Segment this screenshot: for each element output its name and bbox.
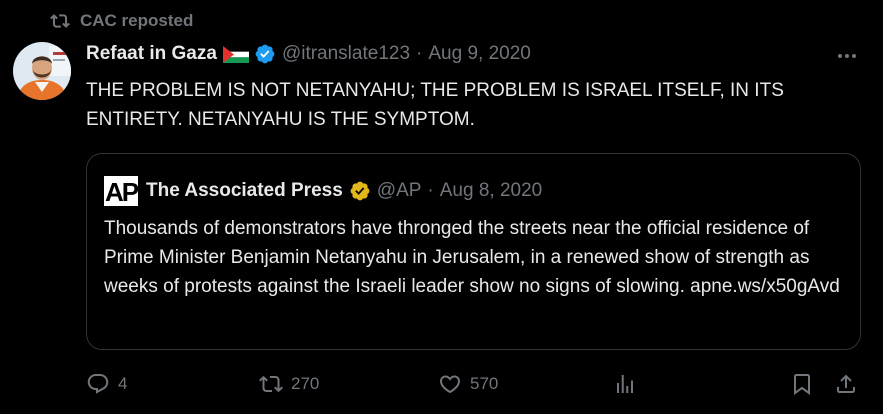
reply-button[interactable]: 4 xyxy=(86,372,127,396)
quoted-author-handle: @AP xyxy=(376,180,422,201)
post-text: THE PROBLEM IS NOT NETANYAHU; THE PROBLE… xyxy=(86,80,784,130)
verified-badge-icon[interactable] xyxy=(254,43,276,65)
post-date[interactable]: Aug 9, 2020 xyxy=(428,43,530,65)
reply-count: 4 xyxy=(118,374,128,393)
like-button[interactable]: 570 xyxy=(438,372,498,396)
repost-button[interactable]: 270 xyxy=(259,372,319,396)
quoted-header-separator: · xyxy=(427,180,434,201)
views-button[interactable] xyxy=(613,372,637,396)
author-name[interactable]: Refaat in Gaza xyxy=(86,43,217,65)
author-handle[interactable]: @itranslate123 xyxy=(282,43,410,65)
repost-label: CAC reposted xyxy=(80,11,194,30)
more-options-icon[interactable] xyxy=(834,46,860,66)
quoted-post-header: AP The Associated Press @AP · Aug 8, 202… xyxy=(104,176,542,206)
palestine-flag-icon xyxy=(222,45,249,63)
bookmark-icon xyxy=(790,372,814,396)
bookmark-button[interactable] xyxy=(790,372,814,396)
reply-icon xyxy=(86,372,110,396)
ap-logo-icon: AP xyxy=(104,176,138,206)
quoted-author-name[interactable]: The Associated Press xyxy=(146,180,343,202)
repost-count: 270 xyxy=(291,374,320,393)
ap-logo-text: AP xyxy=(105,177,138,206)
gold-verified-badge-icon[interactable] xyxy=(349,180,371,202)
post-article[interactable]: CAC reposted Refaat in Gaza @itranslate1… xyxy=(0,0,883,414)
repost-icon xyxy=(259,372,283,396)
like-count: 570 xyxy=(470,374,499,393)
action-bar: 4 270 570 xyxy=(86,372,861,398)
share-button[interactable] xyxy=(834,372,858,396)
share-icon xyxy=(834,372,858,396)
repost-small-icon xyxy=(50,11,70,31)
heart-icon xyxy=(438,372,462,396)
repost-indicator[interactable]: CAC reposted xyxy=(50,11,193,31)
quoted-post-text: Thousands of demonstrators have thronged… xyxy=(104,218,840,297)
post-header: Refaat in Gaza @itranslate123 · Aug 9, 2… xyxy=(86,43,531,65)
quoted-post-date: Aug 8, 2020 xyxy=(439,180,543,201)
header-separator: · xyxy=(416,43,423,64)
avatar[interactable] xyxy=(13,42,71,100)
quoted-post[interactable]: AP The Associated Press @AP · Aug 8, 202… xyxy=(86,153,861,350)
views-icon xyxy=(613,372,637,396)
